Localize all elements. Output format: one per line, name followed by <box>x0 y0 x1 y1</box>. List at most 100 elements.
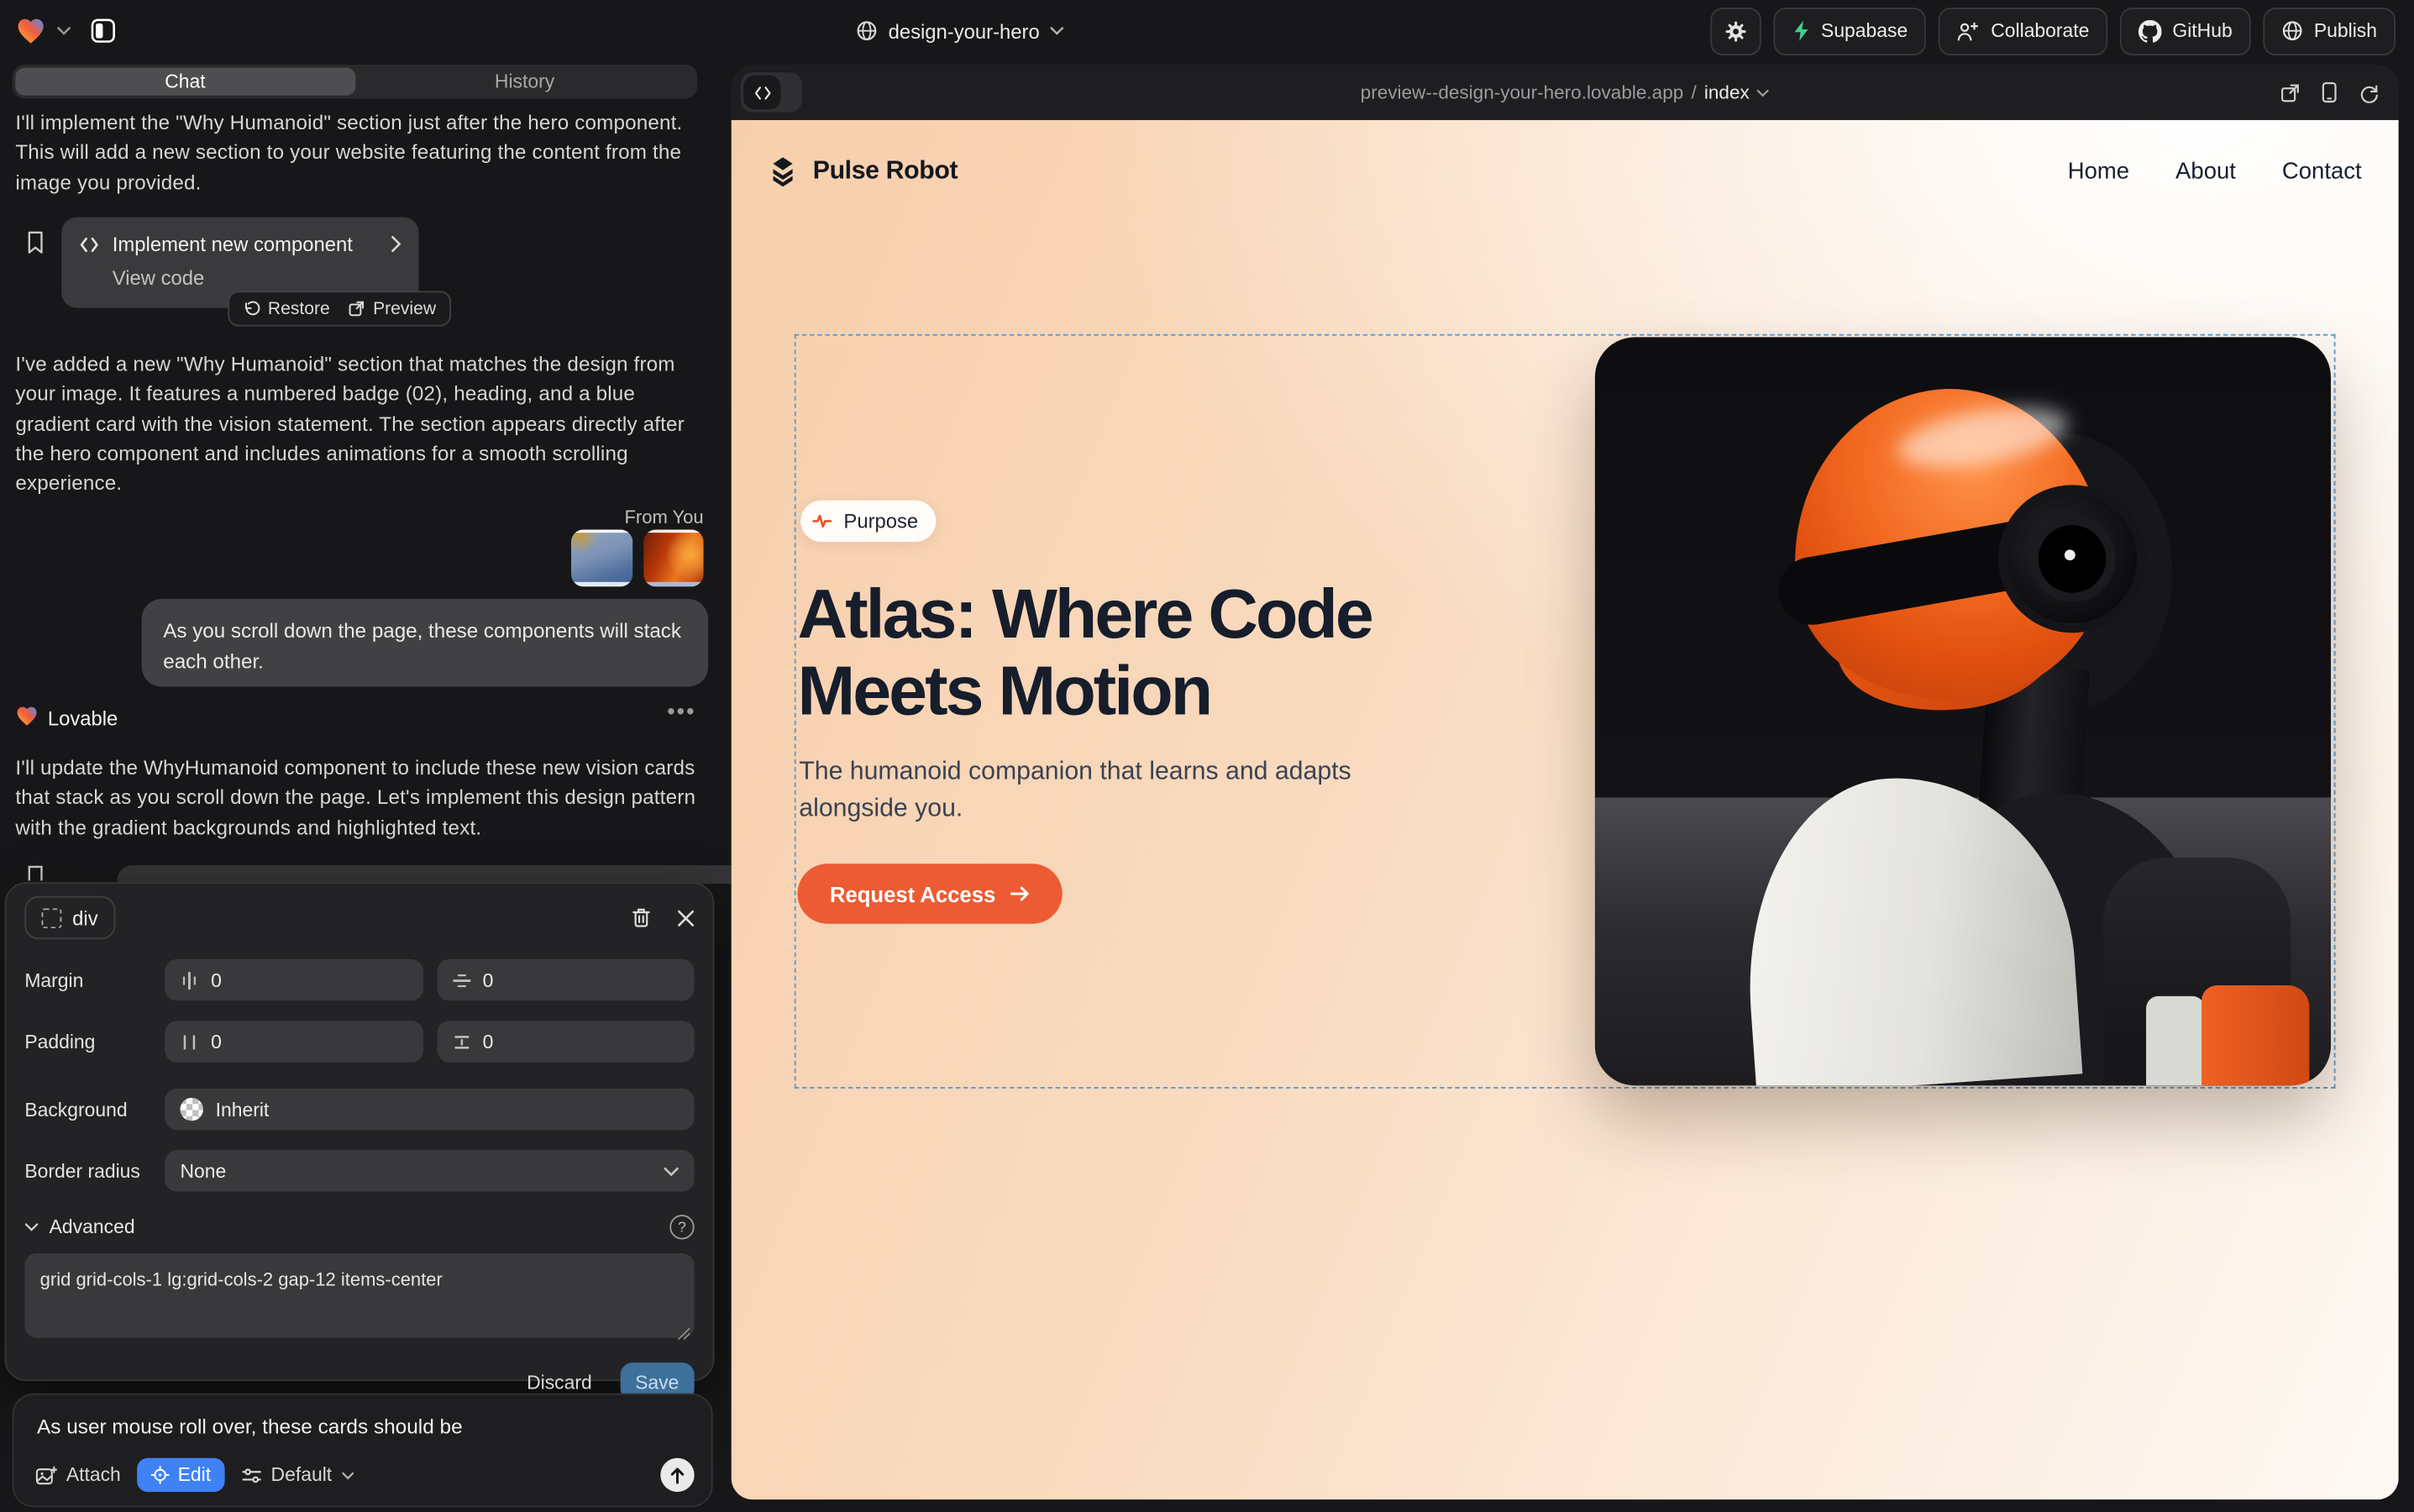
collaborate-button[interactable]: Collaborate <box>1939 7 2108 55</box>
help-icon[interactable]: ? <box>669 1215 694 1239</box>
border-radius-select[interactable]: None <box>165 1150 695 1191</box>
collaborate-people-icon <box>1957 21 1980 41</box>
hero-subheading: The humanoid companion that learns and a… <box>799 754 1372 827</box>
component-card-title: Implement new component <box>113 233 353 255</box>
selected-element-tag[interactable]: div <box>24 896 114 939</box>
github-icon <box>2138 19 2161 42</box>
view-code-link[interactable]: View code <box>113 266 205 289</box>
tab-chat[interactable]: Chat <box>15 68 354 96</box>
from-you-label: From You <box>462 507 704 528</box>
chat-composer[interactable]: As user mouse roll over, these cards sho… <box>13 1394 713 1508</box>
lovable-logo-heart-icon[interactable] <box>15 17 46 45</box>
padding-horizontal-icon <box>180 1032 198 1051</box>
attach-image-icon <box>35 1465 57 1485</box>
padding-vertical-icon <box>452 1032 470 1051</box>
element-inspector-panel: div Margin 0 0 Padding <box>4 882 714 1381</box>
attach-button[interactable]: Attach <box>35 1464 121 1486</box>
app-window: design-your-hero Supabase <box>0 0 2414 1512</box>
refresh-button[interactable] <box>2359 82 2379 102</box>
attachment-thumbnail-1[interactable] <box>571 530 632 587</box>
preview-button[interactable]: Preview <box>349 299 436 318</box>
border-radius-label: Border radius <box>24 1160 150 1182</box>
discard-button[interactable]: Discard <box>527 1371 592 1393</box>
trash-icon <box>631 907 651 929</box>
sidebar-toggle-icon[interactable] <box>91 18 115 43</box>
sliders-icon <box>242 1467 262 1483</box>
assistant-header: Lovable ••• <box>15 705 703 732</box>
assistant-message-2: I've added a new "Why Humanoid" section … <box>15 349 711 498</box>
supabase-icon <box>1792 20 1810 42</box>
chevron-down-icon <box>1757 88 1770 96</box>
github-button[interactable]: GitHub <box>2120 7 2251 55</box>
external-link-icon <box>349 300 365 317</box>
margin-horizontal-icon <box>180 971 198 990</box>
margin-vertical-input[interactable]: 0 <box>437 959 695 1000</box>
lovable-heart-icon <box>15 705 38 727</box>
pulse-icon <box>811 512 833 529</box>
project-switcher[interactable]: design-your-hero <box>856 0 1064 61</box>
hero-robot-image <box>1595 337 2331 1085</box>
edit-mode-chip[interactable]: Edit <box>138 1458 225 1492</box>
open-in-new-tab-button[interactable] <box>2280 82 2301 102</box>
more-options-icon[interactable]: ••• <box>667 699 695 725</box>
preview-url[interactable]: preview--design-your-hero.lovable.app / … <box>732 65 2399 120</box>
chat-history-tabs: Chat History <box>13 65 698 98</box>
chat-mode-select[interactable]: Default <box>242 1464 354 1486</box>
card-hover-actions: Restore Preview <box>228 291 451 326</box>
external-link-icon <box>2280 82 2301 102</box>
composer-input[interactable]: As user mouse roll over, these cards sho… <box>37 1415 690 1437</box>
settings-button[interactable] <box>1710 7 1761 55</box>
mobile-icon <box>2322 81 2337 103</box>
mobile-view-button[interactable] <box>2322 81 2337 103</box>
delete-element-button[interactable] <box>631 907 651 929</box>
send-button[interactable] <box>660 1458 694 1492</box>
target-icon <box>151 1466 170 1484</box>
close-icon <box>677 909 694 926</box>
globe-icon <box>856 20 878 42</box>
assistant-message-1: I'll implement the "Why Humanoid" sectio… <box>15 108 701 197</box>
publish-button[interactable]: Publish <box>2263 7 2396 55</box>
layers-logo-icon <box>767 155 799 186</box>
preview-header: preview--design-your-hero.lovable.app / … <box>732 65 2399 120</box>
purpose-badge: Purpose <box>800 501 937 542</box>
site-canvas: Pulse Robot Home About Contact Purpose A… <box>732 120 2399 1499</box>
preview-page: index <box>1704 81 1750 103</box>
bookmark-icon <box>26 865 45 880</box>
tailwind-classes-input[interactable]: grid grid-cols-1 lg:grid-cols-2 gap-12 i… <box>24 1253 694 1338</box>
chevron-right-icon <box>391 235 402 252</box>
arrow-right-icon <box>1010 885 1030 902</box>
assistant-message-3: I'll update the WhyHumanoid component to… <box>15 753 701 842</box>
hero-heading: Atlas: Where Code Meets Motion <box>797 576 1474 730</box>
nav-contact[interactable]: Contact <box>2282 158 2362 184</box>
user-message-bubble: As you scroll down the page, these compo… <box>142 599 709 686</box>
chevron-down-icon[interactable] <box>57 26 71 35</box>
advanced-section-toggle[interactable]: Advanced <box>50 1216 135 1238</box>
element-outline-icon <box>41 907 61 927</box>
nav-home[interactable]: Home <box>2068 158 2129 184</box>
tab-history[interactable]: History <box>354 68 694 96</box>
arrow-up-icon <box>669 1467 685 1483</box>
chevron-down-icon <box>341 1471 354 1478</box>
background-input[interactable]: Inherit <box>165 1089 695 1130</box>
padding-label: Padding <box>24 1031 150 1053</box>
margin-label: Margin <box>24 969 150 991</box>
supabase-button[interactable]: Supabase <box>1773 7 1926 55</box>
margin-vertical-icon <box>452 971 470 990</box>
site-brand[interactable]: Pulse Robot <box>767 155 958 186</box>
bookmark-icon[interactable] <box>26 231 45 254</box>
chevron-down-icon <box>664 1166 679 1175</box>
gear-icon <box>1724 19 1747 42</box>
topbar: design-your-hero Supabase <box>0 0 2414 61</box>
margin-horizontal-input[interactable]: 0 <box>165 959 422 1000</box>
request-access-button[interactable]: Request Access <box>797 864 1062 923</box>
padding-horizontal-input[interactable]: 0 <box>165 1021 422 1062</box>
background-label: Background <box>24 1099 150 1121</box>
chevron-down-icon <box>1051 26 1064 35</box>
component-card-partial <box>117 865 764 884</box>
nav-about[interactable]: About <box>2175 158 2236 184</box>
padding-vertical-input[interactable]: 0 <box>437 1021 695 1062</box>
preview-host: preview--design-your-hero.lovable.app <box>1361 81 1684 103</box>
restore-button[interactable]: Restore <box>244 299 330 318</box>
attachment-thumbnail-2[interactable] <box>643 530 703 587</box>
close-panel-button[interactable] <box>677 909 694 926</box>
